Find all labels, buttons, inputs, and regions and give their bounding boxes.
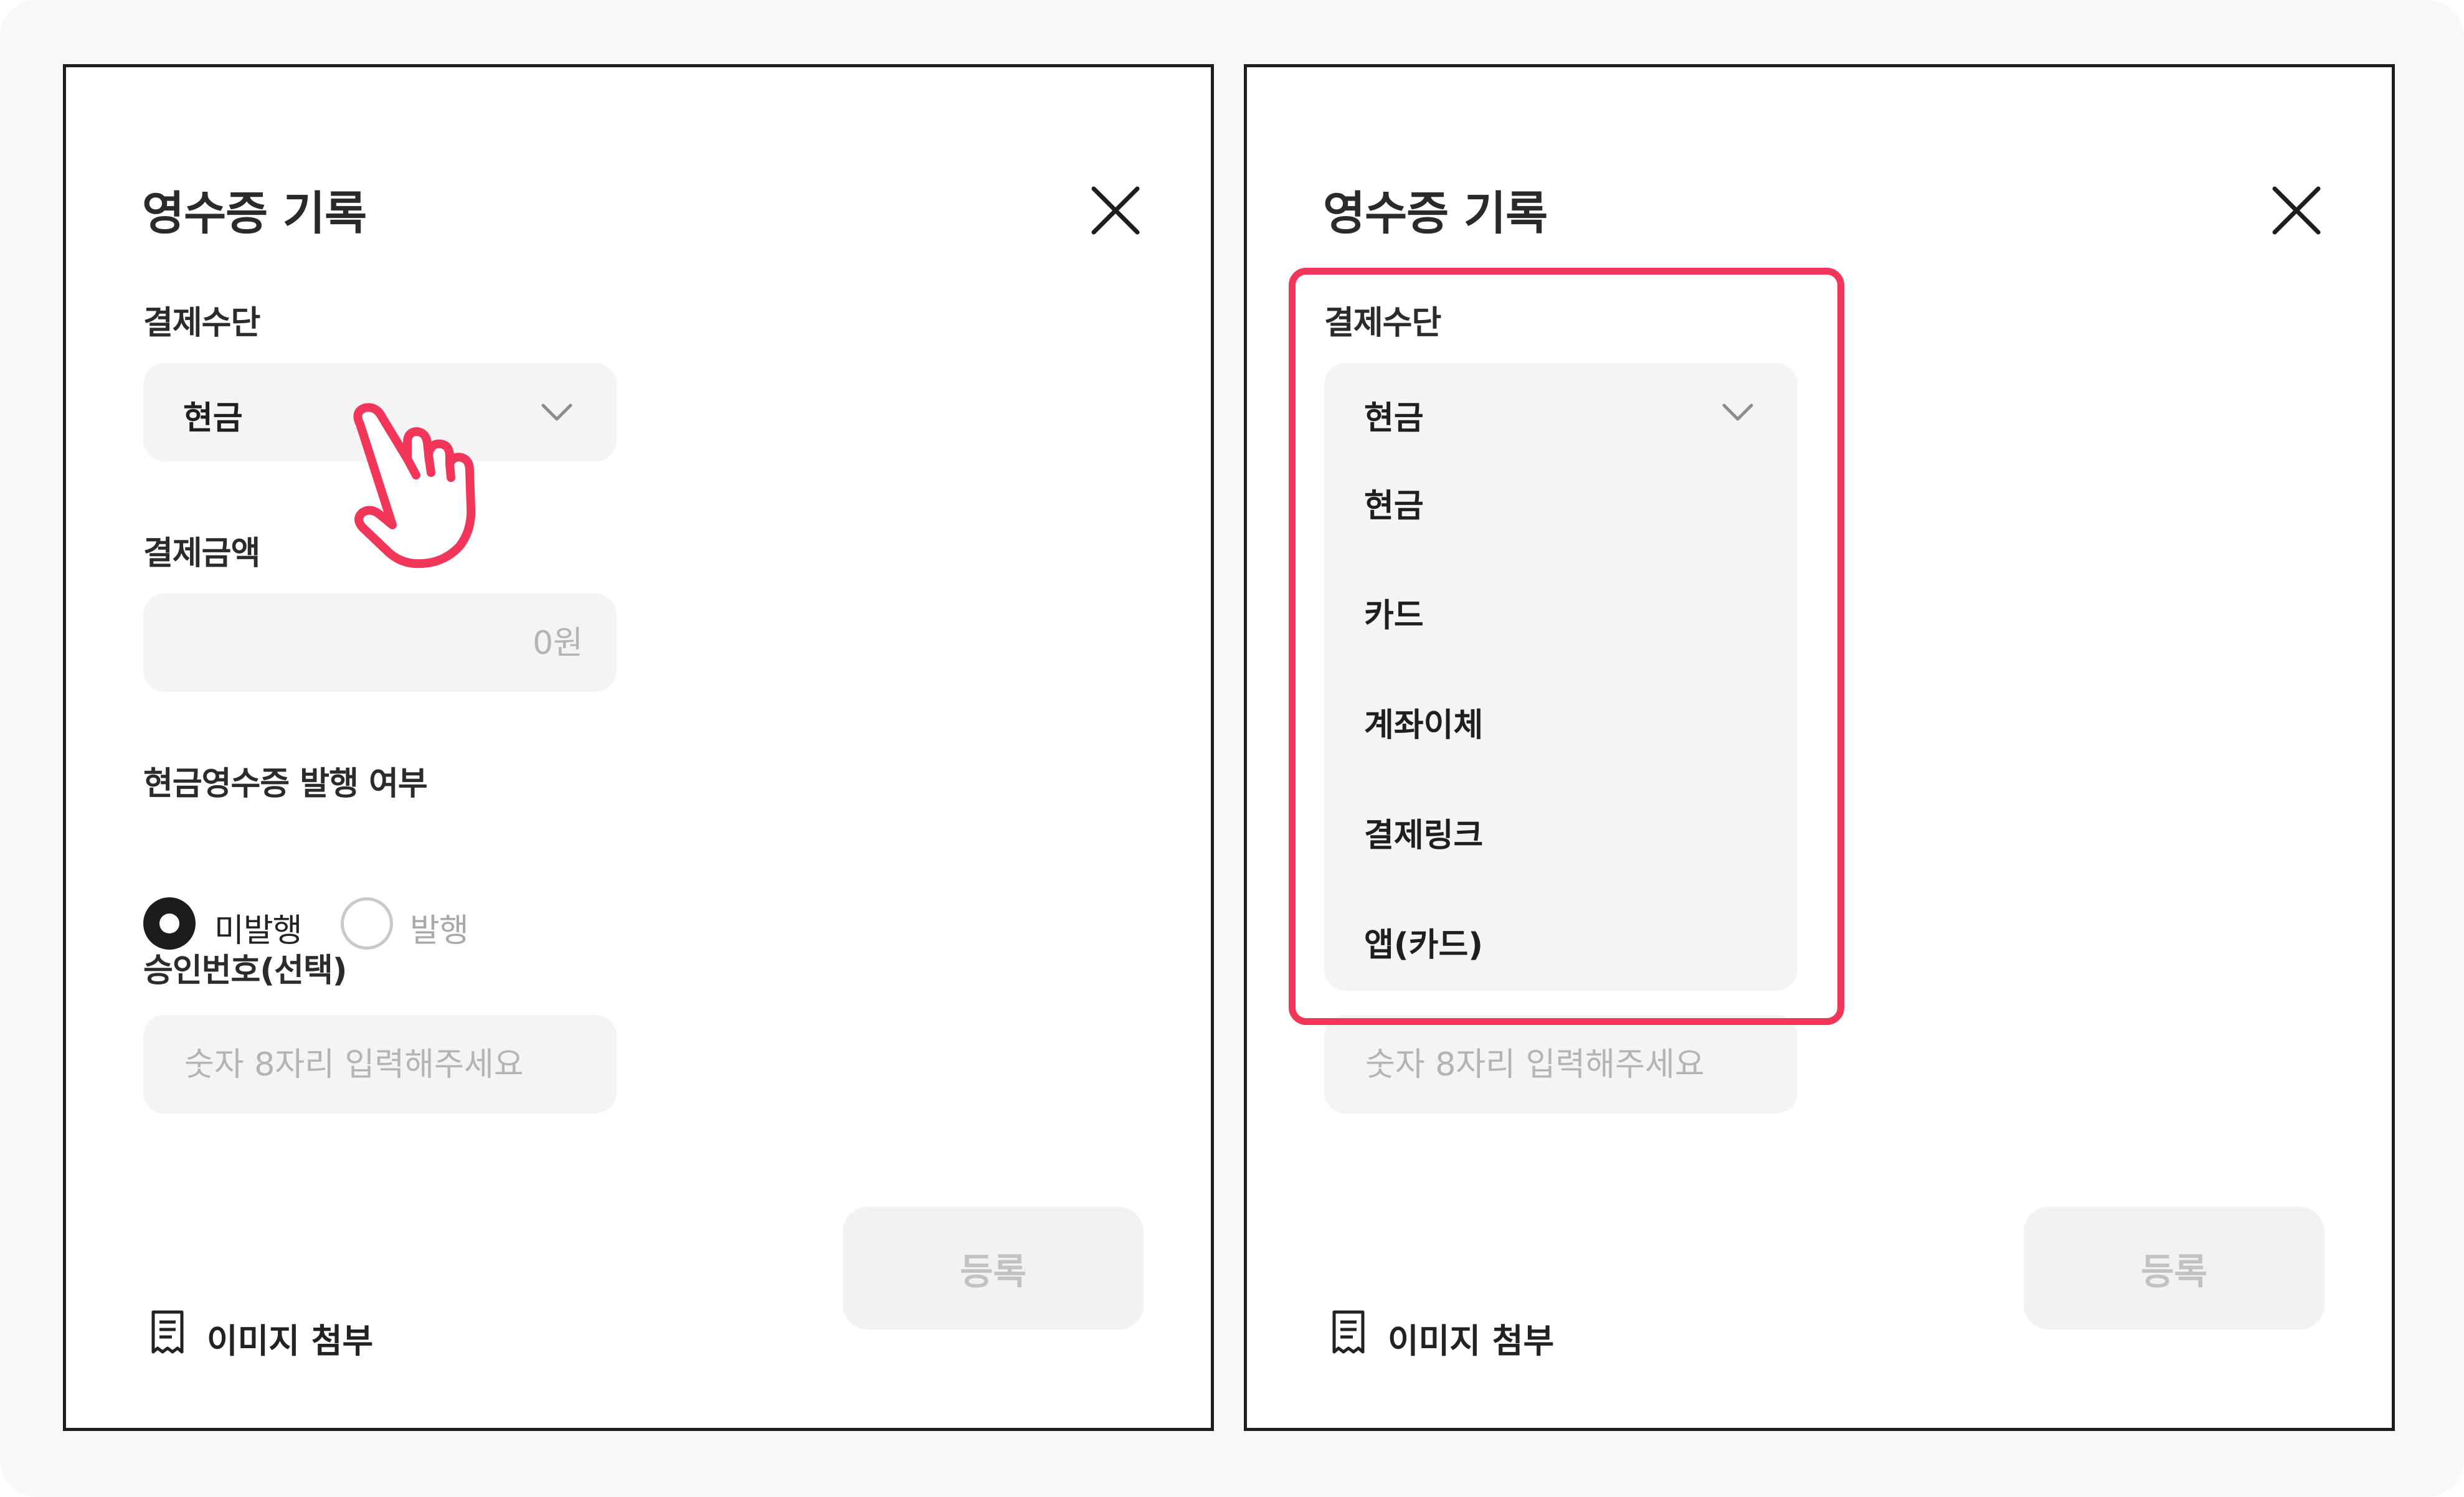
radio-not-issued[interactable] (143, 897, 196, 950)
approval-label: 승인번호(선택) (143, 952, 348, 989)
close-icon (1091, 186, 1140, 235)
close-button[interactable] (1087, 182, 1144, 238)
receipt-icon (1332, 1310, 1365, 1354)
receipt-icon (151, 1310, 184, 1354)
receipt-modal-closed-dropdown: 영수증 기록 결제수단 현금 결제금액 현금영수증 발행 여부 미발행 발행 승… (63, 64, 1214, 1431)
radio-issued-label: 발행 (410, 912, 469, 950)
amount-input[interactable] (168, 593, 584, 693)
hand-pointer-icon (353, 403, 476, 569)
attach-image-label: 이미지 첨부 (207, 1321, 374, 1361)
approval-field (1324, 1015, 1798, 1115)
submit-button[interactable]: 등록 (843, 1207, 1144, 1329)
close-icon (2272, 186, 2321, 235)
amount-label: 결제금액 (143, 535, 260, 572)
modal-title: 영수증 기록 (142, 187, 367, 240)
receipt-modal-open-dropdown: 영수증 기록 결제수단 현금 현금 카드 계좌이체 결제링크 앱(카드) (1244, 64, 2395, 1431)
attach-image-label: 이미지 첨부 (1388, 1321, 1555, 1361)
close-button[interactable] (2268, 182, 2324, 238)
amount-field (143, 593, 617, 693)
submit-button[interactable]: 등록 (2024, 1207, 2324, 1329)
background-frame: 영수증 기록 결제수단 현금 결제금액 현금영수증 발행 여부 미발행 발행 승… (0, 0, 2464, 1497)
highlight-box (1289, 268, 1844, 1025)
approval-number-input[interactable] (1364, 1015, 1778, 1115)
approval-number-input[interactable] (183, 1015, 597, 1115)
payment-method-label: 결제수단 (143, 305, 260, 342)
cash-receipt-label: 현금영수증 발행 여부 (143, 765, 428, 803)
approval-field (143, 1015, 617, 1115)
modal-title: 영수증 기록 (1323, 187, 1548, 240)
payment-method-value: 현금 (183, 400, 243, 437)
radio-issued[interactable] (341, 897, 393, 950)
